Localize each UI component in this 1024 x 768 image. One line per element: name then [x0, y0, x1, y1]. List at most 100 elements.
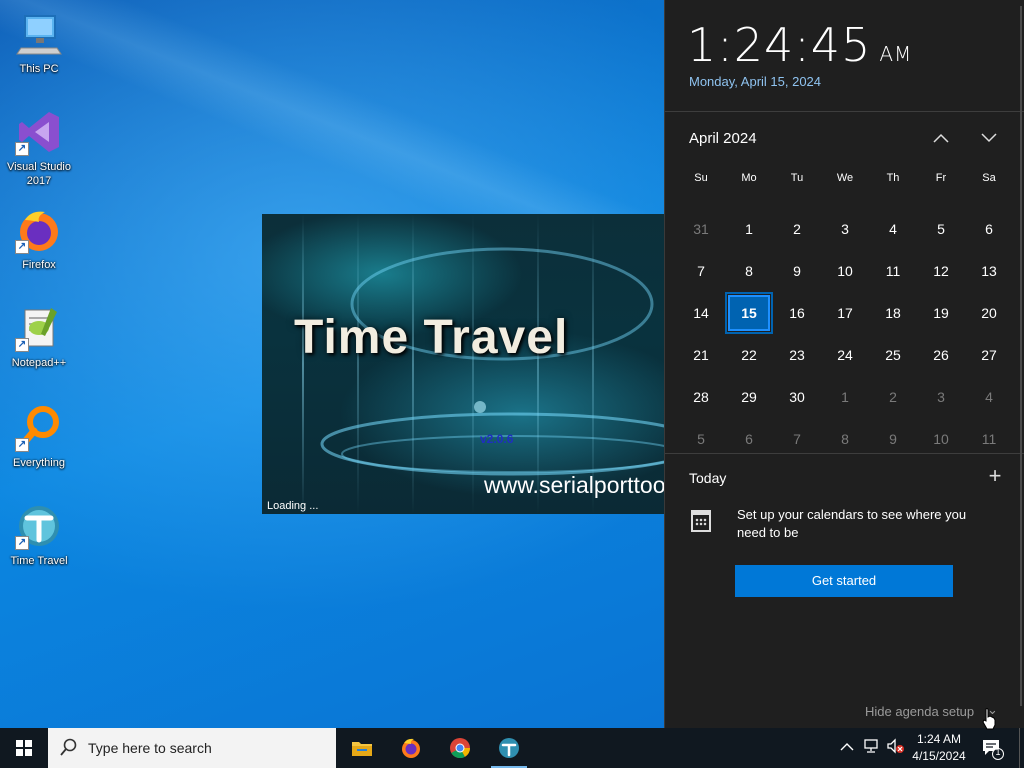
- plus-icon[interactable]: +: [983, 464, 1007, 488]
- taskbar: Type here to search 1:24 AM 4/15/2024 1: [0, 728, 1024, 768]
- calendar-day[interactable]: 17: [821, 292, 869, 334]
- divider: [665, 111, 1024, 112]
- calendar-day[interactable]: 4: [869, 208, 917, 250]
- start-button[interactable]: [0, 728, 48, 768]
- calendar-day[interactable]: 2: [869, 376, 917, 418]
- calendar-day[interactable]: 8: [725, 250, 773, 292]
- agenda-setup-text: Set up your calendars to see where you n…: [737, 507, 967, 540]
- desktop-icon-this-pc[interactable]: This PC: [4, 6, 74, 92]
- file-explorer-icon: [352, 742, 372, 756]
- weekday-header: Th: [886, 172, 900, 184]
- firefox-icon: ↗: [15, 206, 63, 254]
- calendar-day[interactable]: 28: [677, 376, 725, 418]
- desktop-icon-label: Firefox: [22, 259, 56, 271]
- taskbar-app-chrome[interactable]: [436, 728, 484, 768]
- scrollbar[interactable]: [1020, 6, 1022, 706]
- calendar-day[interactable]: 9: [773, 250, 821, 292]
- calendar-day[interactable]: 18: [869, 292, 917, 334]
- calendar-day[interactable]: 16: [773, 292, 821, 334]
- calendar-day[interactable]: 19: [917, 292, 965, 334]
- calendar-day[interactable]: 1: [725, 208, 773, 250]
- calendar-day[interactable]: 2: [773, 208, 821, 250]
- clock-calendar-flyout: 1:24:45 AM Monday, April 15, 2024 April 2…: [664, 0, 1024, 728]
- shortcut-arrow-icon: ↗: [15, 438, 29, 452]
- shortcut-arrow-icon: ↗: [15, 338, 29, 352]
- calendar-icon: [691, 510, 711, 532]
- agenda-title: Today: [689, 470, 727, 486]
- time-travel-icon: [499, 738, 519, 758]
- time-travel-splash-window: Time Travel v2.0.6 www.serialporttool.co…: [262, 214, 664, 514]
- weekday-header: We: [836, 172, 854, 184]
- taskbar-app-time-travel[interactable]: [485, 728, 533, 768]
- computer-icon: [15, 10, 63, 58]
- desktop-icon-everything[interactable]: ↗ Everything: [4, 400, 74, 486]
- calendar-day[interactable]: 3: [917, 376, 965, 418]
- month-title[interactable]: April 2024: [689, 130, 757, 147]
- calendar-day[interactable]: 7: [677, 250, 725, 292]
- splash-loading-status: Loading ...: [267, 500, 319, 512]
- calendar-day[interactable]: 27: [965, 334, 1013, 376]
- calendar-day[interactable]: 26: [917, 334, 965, 376]
- desktop-icon-firefox[interactable]: ↗ Firefox: [4, 202, 74, 288]
- chevron-down-icon[interactable]: [975, 126, 1003, 150]
- network-icon[interactable]: [862, 738, 880, 756]
- hide-agenda-setup-link[interactable]: Hide agenda setup: [865, 704, 974, 719]
- search-box[interactable]: Type here to search: [48, 728, 336, 768]
- chevron-up-icon[interactable]: [927, 126, 955, 150]
- divider: [665, 453, 1024, 454]
- calendar-day[interactable]: 30: [773, 376, 821, 418]
- clock-time: 1:24:45 AM: [687, 18, 913, 72]
- splash-title: Time Travel: [294, 311, 569, 364]
- visual-studio-icon: ↗: [15, 108, 63, 156]
- shortcut-arrow-icon: ↗: [15, 240, 29, 254]
- desktop-icon-notepad-plus-plus[interactable]: ↗ Notepad++: [4, 300, 74, 386]
- clock-ampm: AM: [879, 42, 913, 66]
- taskbar-app-firefox[interactable]: [387, 728, 435, 768]
- weekday-header: Tu: [790, 172, 804, 184]
- notification-count: 1: [995, 747, 1001, 757]
- desktop-icon-label: Notepad++: [11, 357, 67, 369]
- calendar-day[interactable]: 11: [869, 250, 917, 292]
- calendar-day[interactable]: 13: [965, 250, 1013, 292]
- chevron-up-icon[interactable]: [838, 738, 856, 756]
- calendar-day[interactable]: 14: [677, 292, 725, 334]
- calendar-day[interactable]: 5: [917, 208, 965, 250]
- calendar-day[interactable]: 1: [821, 376, 869, 418]
- search-icon: [60, 738, 77, 756]
- splash-url: www.serialporttool.com: [484, 472, 664, 498]
- calendar-day[interactable]: 12: [917, 250, 965, 292]
- calendar-day[interactable]: 21: [677, 334, 725, 376]
- shortcut-arrow-icon: ↗: [15, 536, 29, 550]
- calendar-day[interactable]: 6: [965, 208, 1013, 250]
- tray-time: 1:24 AM: [916, 732, 962, 746]
- calendar-day[interactable]: 3: [821, 208, 869, 250]
- calendar-day[interactable]: 24: [821, 334, 869, 376]
- desktop-icon-time-travel[interactable]: ↗ Time Travel: [4, 498, 74, 584]
- long-date-link[interactable]: Monday, April 15, 2024: [689, 74, 821, 89]
- calendar-day[interactable]: 25: [869, 334, 917, 376]
- get-started-button[interactable]: Get started: [735, 565, 953, 597]
- show-desktop-button[interactable]: [1019, 728, 1024, 768]
- calendar-day[interactable]: 22: [725, 334, 773, 376]
- desktop-icon-label: Everything: [13, 457, 65, 469]
- calendar-day-today[interactable]: 15: [725, 292, 773, 334]
- taskbar-app-file-explorer[interactable]: [338, 728, 386, 768]
- desktop-icon-label: Visual Studio 2017: [6, 161, 71, 187]
- desktop-icon-label: Time Travel: [10, 555, 68, 567]
- weekday-header: Sa: [982, 172, 996, 184]
- tray-clock[interactable]: 1:24 AM 4/15/2024: [904, 731, 974, 765]
- action-center-button[interactable]: 1: [980, 736, 1004, 760]
- calendar-day[interactable]: 23: [773, 334, 821, 376]
- calendar-day[interactable]: 10: [821, 250, 869, 292]
- desktop-icon-visual-studio[interactable]: ↗ Visual Studio 2017: [4, 104, 74, 190]
- calendar-day[interactable]: 31: [677, 208, 725, 250]
- desktop-icon-label: This PC: [19, 63, 59, 75]
- volume-muted-icon[interactable]: [886, 738, 904, 756]
- calendar-day[interactable]: 29: [725, 376, 773, 418]
- calendar-day[interactable]: 20: [965, 292, 1013, 334]
- calendar-grid: Su Mo Tu We Th Fr Sa 31 1 2 3 4 5 6 7 8 9 10 11 12 13 14 15 16 1…: [677, 166, 1013, 460]
- calendar-day[interactable]: 4: [965, 376, 1013, 418]
- splash-version: v2.0.6: [480, 432, 514, 446]
- hand-cursor-icon: [982, 708, 996, 730]
- tray-date: 4/15/2024: [912, 749, 966, 763]
